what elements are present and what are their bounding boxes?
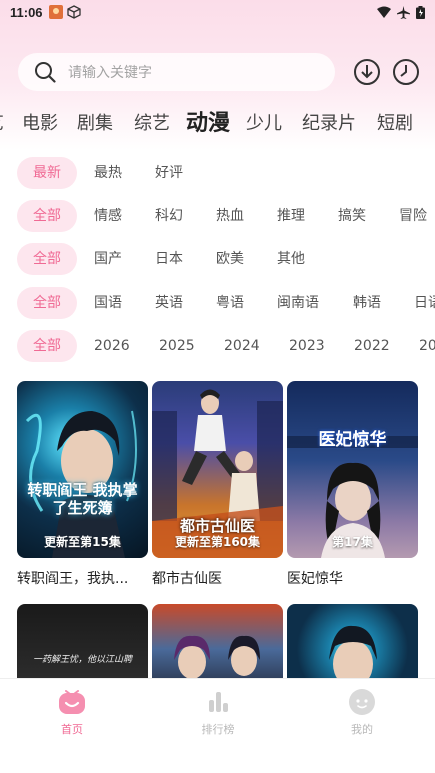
chip-year-2023[interactable]: 2023 <box>289 330 325 362</box>
episode-badge: 第17集 <box>332 535 373 549</box>
tab-series[interactable]: 剧集 <box>77 106 113 142</box>
search-input[interactable]: 请输入关键字 <box>18 53 335 91</box>
poster-title-art: 一药解王忧，他以江山聘 <box>32 655 132 665</box>
chip-language-mandarin[interactable]: 国语 <box>94 287 122 319</box>
chip-year-2025[interactable]: 2025 <box>159 330 195 362</box>
bottom-navigation: 首页 排行榜 我的 <box>0 678 435 773</box>
poster-image: 转职阎王 我执掌了生死簿 更新至第15集 <box>17 381 148 558</box>
nav-profile[interactable]: 我的 <box>322 687 402 737</box>
chip-language-japanese[interactable]: 日语 <box>414 287 435 319</box>
video-card[interactable] <box>152 604 283 679</box>
chip-genre-scifi[interactable]: 科幻 <box>155 200 183 232</box>
cube-icon <box>66 5 81 19</box>
nav-home-label: 首页 <box>61 723 83 736</box>
video-card[interactable]: 一药解王忧，他以江山聘 <box>17 604 148 679</box>
search-icon <box>35 62 56 83</box>
tab-short-drama[interactable]: 短剧 <box>377 106 413 142</box>
chip-sort-latest[interactable]: 最新 <box>17 157 77 189</box>
tab-documentary[interactable]: 纪录片 <box>302 106 356 142</box>
status-time: 11:06 <box>10 4 43 20</box>
app-notification-icon <box>48 5 63 19</box>
airplane-icon <box>397 5 410 19</box>
chip-genre-comedy[interactable]: 搞笑 <box>338 200 366 232</box>
chip-genre-action[interactable]: 热血 <box>216 200 244 232</box>
status-bar: 11:06 <box>0 0 435 24</box>
category-tabs: 艺 电影 剧集 综艺 动漫 少儿 纪录片 短剧 <box>0 106 435 142</box>
video-title: 都市古仙医 <box>152 571 222 587</box>
chip-language-cantonese[interactable]: 粤语 <box>216 287 244 319</box>
chip-year-2024[interactable]: 2024 <box>224 330 260 362</box>
chip-language-korean[interactable]: 韩语 <box>353 287 381 319</box>
chip-language-english[interactable]: 英语 <box>155 287 183 319</box>
video-card[interactable]: 医妃惊华 第17集 医妃惊华 <box>287 381 418 588</box>
filter-row-region: 全部 国产 日本 欧美 其他 <box>0 243 435 275</box>
chip-region-china[interactable]: 国产 <box>94 243 122 275</box>
chip-year-2021[interactable]: 2021 <box>419 330 435 362</box>
poster-image <box>152 604 283 679</box>
filter-row-genre: 全部 情感 科幻 热血 推理 搞笑 冒险 <box>0 200 435 232</box>
chip-region-japan[interactable]: 日本 <box>155 243 183 275</box>
history-button[interactable] <box>391 57 421 87</box>
chip-sort-rating[interactable]: 好评 <box>155 157 183 189</box>
nav-ranking-label: 排行榜 <box>201 723 235 736</box>
tab-anime[interactable]: 动漫 <box>186 106 230 142</box>
chip-language-all[interactable]: 全部 <box>17 287 77 319</box>
nav-ranking[interactable]: 排行榜 <box>178 687 258 737</box>
video-card[interactable] <box>287 604 418 679</box>
chip-genre-mystery[interactable]: 推理 <box>277 200 305 232</box>
search-row: 请输入关键字 <box>18 52 423 92</box>
search-placeholder: 请输入关键字 <box>68 65 152 81</box>
poster-title-art: 转职阎王 我执掌了生死簿 <box>27 481 138 517</box>
episode-badge: 更新至第160集 <box>174 535 261 549</box>
poster-image: 都市古仙医 更新至第160集 <box>152 381 283 558</box>
chip-language-minnan[interactable]: 闽南语 <box>277 287 319 319</box>
poster-image <box>287 604 418 679</box>
filter-row-year: 全部 2026 2025 2024 2023 2022 2021 <box>0 330 435 362</box>
profile-icon <box>349 689 375 715</box>
battery-icon <box>416 5 425 19</box>
notification-icons <box>48 5 81 19</box>
chip-sort-hot[interactable]: 最热 <box>94 157 122 189</box>
tab-partial[interactable]: 艺 <box>0 106 4 142</box>
tab-variety[interactable]: 综艺 <box>134 106 170 142</box>
chip-year-2022[interactable]: 2022 <box>354 330 390 362</box>
chip-genre-romance[interactable]: 情感 <box>94 200 122 232</box>
download-button[interactable] <box>352 57 382 87</box>
chip-region-western[interactable]: 欧美 <box>216 243 244 275</box>
nav-home[interactable]: 首页 <box>32 687 112 737</box>
chip-year-2026[interactable]: 2026 <box>94 330 130 362</box>
video-title: 转职阎王，我执... <box>17 571 129 587</box>
wifi-icon <box>377 6 391 18</box>
poster-title-art: 医妃惊华 <box>318 430 387 450</box>
tab-kids[interactable]: 少儿 <box>246 106 282 142</box>
video-card[interactable]: 转职阎王 我执掌了生死簿 更新至第15集 转职阎王，我执... <box>17 381 148 588</box>
home-icon <box>59 690 85 714</box>
video-title: 医妃惊华 <box>287 571 343 587</box>
ranking-icon <box>209 692 228 712</box>
chip-region-other[interactable]: 其他 <box>277 243 305 275</box>
episode-badge: 更新至第15集 <box>44 535 121 549</box>
poster-image: 一药解王忧，他以江山聘 <box>17 604 148 679</box>
filter-row-language: 全部 国语 英语 粤语 闽南语 韩语 日语 <box>0 287 435 319</box>
chip-region-all[interactable]: 全部 <box>17 243 77 275</box>
download-icon <box>354 59 380 85</box>
poster-image: 医妃惊华 第17集 <box>287 381 418 558</box>
filter-row-sort: 最新 最热 好评 <box>0 157 435 189</box>
chip-genre-adventure[interactable]: 冒险 <box>399 200 427 232</box>
clock-icon <box>393 59 419 85</box>
tab-movie[interactable]: 电影 <box>22 106 58 142</box>
chip-genre-all[interactable]: 全部 <box>17 200 77 232</box>
video-card[interactable]: 都市古仙医 更新至第160集 都市古仙医 <box>152 381 283 588</box>
chip-year-all[interactable]: 全部 <box>17 330 77 362</box>
nav-profile-label: 我的 <box>351 723 373 736</box>
